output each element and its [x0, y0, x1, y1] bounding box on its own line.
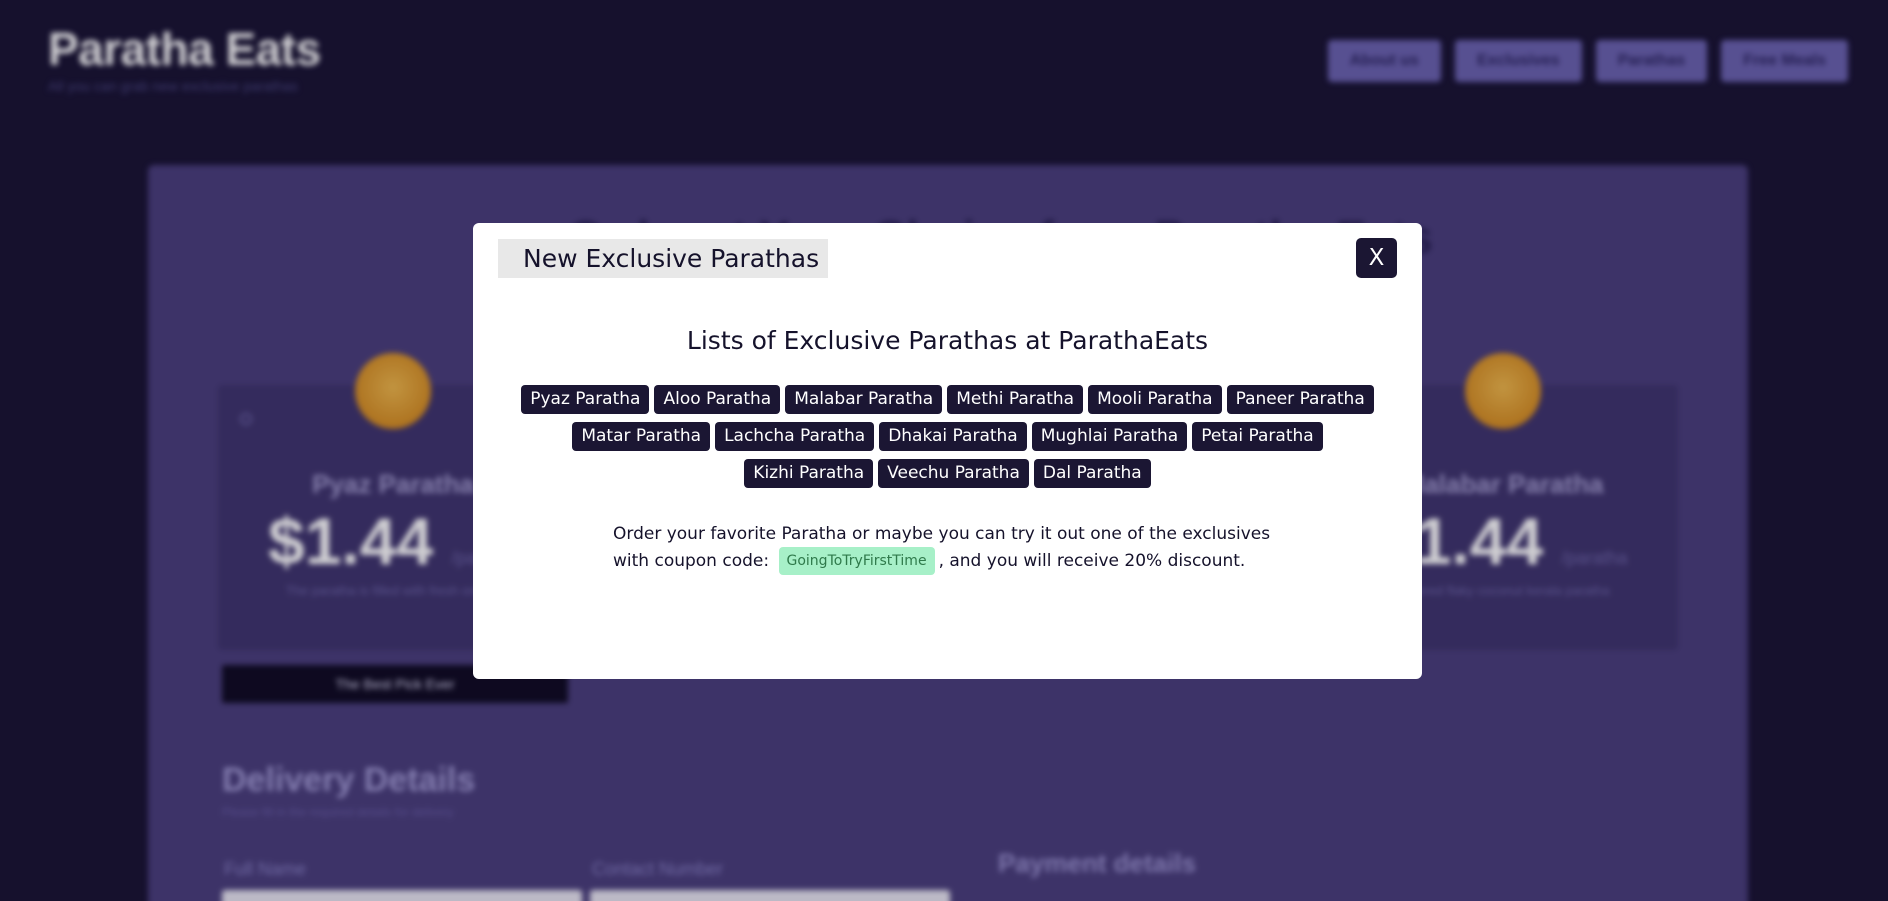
- promo-text: Order your favorite Paratha or maybe you…: [613, 521, 1293, 575]
- tag-veechu-paratha[interactable]: Veechu Paratha: [878, 459, 1029, 488]
- modal-heading: Lists of Exclusive Parathas at ParathaEa…: [686, 326, 1209, 355]
- tag-kizhi-paratha[interactable]: Kizhi Paratha: [744, 459, 874, 488]
- tag-aloo-paratha[interactable]: Aloo Paratha: [654, 385, 781, 414]
- tag-matar-paratha[interactable]: Matar Paratha: [572, 422, 711, 451]
- tag-dal-paratha[interactable]: Dal Paratha: [1033, 459, 1151, 488]
- tag-petai-paratha[interactable]: Petai Paratha: [1192, 422, 1323, 451]
- tag-methi-paratha[interactable]: Methi Paratha: [947, 385, 1084, 414]
- modal-title: New Exclusive Parathas: [498, 239, 828, 278]
- exclusive-parathas-modal: New Exclusive Parathas X Lists of Exclus…: [473, 223, 1422, 679]
- tag-mughlai-paratha[interactable]: Mughlai Paratha: [1031, 422, 1188, 451]
- coupon-code-badge[interactable]: GoingToTryFirstTime: [778, 547, 935, 575]
- tag-pyaz-paratha[interactable]: Pyaz Paratha: [521, 385, 650, 414]
- close-button[interactable]: X: [1356, 238, 1397, 278]
- tag-lachcha-paratha[interactable]: Lachcha Paratha: [715, 422, 875, 451]
- promo-text-after: , and you will receive 20% discount.: [938, 551, 1246, 571]
- tag-dhakai-paratha[interactable]: Dhakai Paratha: [879, 422, 1027, 451]
- tag-malabar-paratha[interactable]: Malabar Paratha: [785, 385, 943, 414]
- tag-paneer-paratha[interactable]: Paneer Paratha: [1226, 385, 1374, 414]
- paratha-tag-list: Pyaz Paratha Aloo Paratha Malabar Parath…: [513, 385, 1382, 488]
- tag-mooli-paratha[interactable]: Mooli Paratha: [1088, 385, 1222, 414]
